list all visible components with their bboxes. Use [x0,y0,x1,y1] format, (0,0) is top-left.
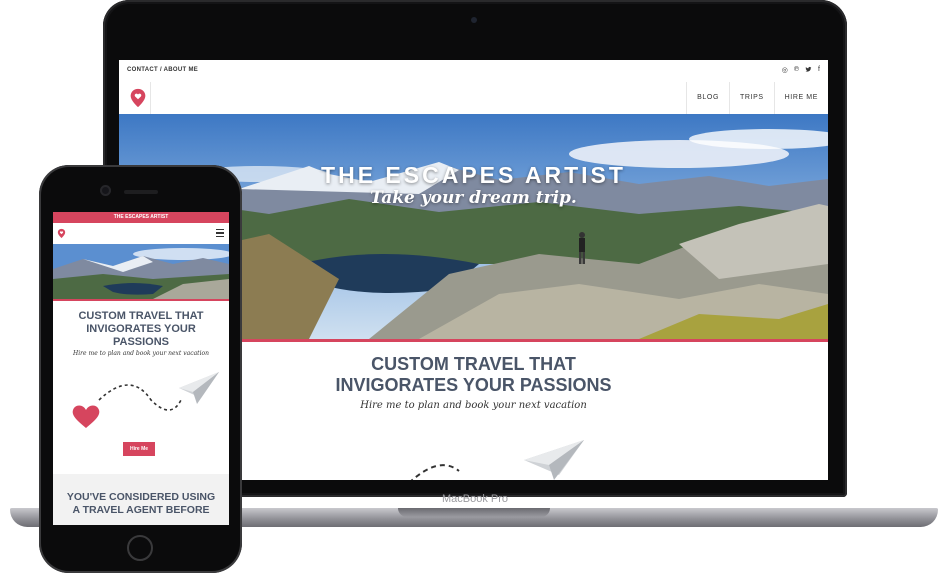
pinterest-icon[interactable]: ℗ [794,66,799,75]
location-heart-logo-icon[interactable] [127,87,149,109]
phone-screen: THE ESCAPES ARTIST CUSTOM TRAVEL THAT IN… [53,212,229,525]
twitter-icon[interactable] [805,66,812,75]
phone-speaker [124,190,158,194]
mobile-site-banner: THE ESCAPES ARTIST [53,212,229,223]
phone-camera-icon [100,185,111,196]
mobile-heading-line-2: INVIGORATES YOUR [86,323,196,335]
mobile-hero-accent-line [53,299,229,301]
camera-icon [471,17,477,23]
heart-icon [72,405,100,428]
mobile-navigation [53,223,229,245]
social-links: ◎ ℗ f [782,66,820,75]
nav-menu: BLOG TRIPS HIRE ME [686,82,828,114]
nav-item-trips[interactable]: TRIPS [729,82,774,114]
divider [150,82,151,114]
mobile-section-title-line-1: YOU'VE CONSIDERED USING [66,491,216,503]
mobile-hero-image [53,244,229,299]
heart-to-plane-graphic [72,372,219,428]
contact-about-link[interactable]: CONTACT / ABOUT ME [127,67,198,73]
instagram-icon[interactable]: ◎ [782,66,788,75]
hire-me-button[interactable]: Hire Me [123,442,155,456]
paper-plane-graphic [410,440,584,480]
main-navigation: BLOG TRIPS HIRE ME [119,82,828,115]
mobile-section-heading: CUSTOM TRAVEL THAT INVIGORATES YOUR PASS… [53,310,229,349]
mobile-section-title-line-2: A TRAVEL AGENT BEFORE [72,504,210,516]
location-heart-logo-icon[interactable] [56,227,67,240]
mobile-heading-line-1: CUSTOM TRAVEL THAT [78,310,204,322]
nav-item-blog[interactable]: BLOG [686,82,729,114]
mobile-section-tagline: Hire me to plan and book your next vacat… [73,350,209,357]
hamburger-menu-icon[interactable] [216,229,224,238]
facebook-icon[interactable]: f [818,66,820,75]
nav-item-hire-me[interactable]: HIRE ME [773,82,828,114]
laptop-notch [398,508,550,517]
phone-home-button [127,535,153,561]
mobile-section-title: YOU'VE CONSIDERED USING A TRAVEL AGENT B… [53,491,229,517]
mobile-agent-section: YOU'VE CONSIDERED USING A TRAVEL AGENT B… [53,474,229,525]
top-bar: CONTACT / ABOUT ME ◎ ℗ f [119,60,828,83]
mobile-heading-line-3: PASSIONS [112,336,170,348]
